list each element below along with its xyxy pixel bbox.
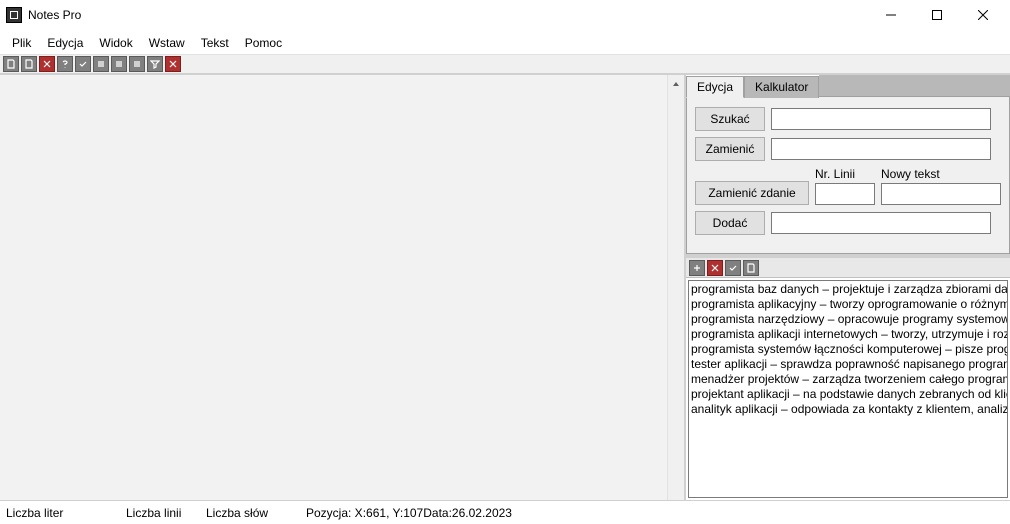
check-icon[interactable]: [725, 260, 741, 276]
filter-icon[interactable]: [147, 56, 163, 72]
app-title: Notes Pro: [28, 8, 81, 22]
status-words: Liczba słów: [200, 501, 300, 524]
side-panel: Edycja Kalkulator Szukać Zamienić Zamien…: [685, 75, 1010, 500]
replace-button[interactable]: Zamienić: [695, 137, 765, 161]
align-left-icon[interactable]: [93, 56, 109, 72]
menu-edit[interactable]: Edycja: [39, 34, 91, 52]
menu-bar: Plik Edycja Widok Wstaw Tekst Pomoc: [0, 30, 1010, 54]
align-center-icon[interactable]: [111, 56, 127, 72]
list-item[interactable]: programista baz danych – projektuje i za…: [691, 282, 1005, 297]
list-toolbar: [686, 258, 1010, 278]
list-item[interactable]: programista aplikacyjny – tworzy oprogra…: [691, 297, 1005, 312]
close-icon[interactable]: [707, 260, 723, 276]
new-text-input[interactable]: [881, 183, 1001, 205]
search-input[interactable]: [771, 108, 991, 130]
tab-edit[interactable]: Edycja: [686, 76, 744, 98]
add-input[interactable]: [771, 212, 991, 234]
app-icon: [6, 7, 22, 23]
tab-body: Szukać Zamienić Zamienić zdanie Nr. Lini…: [686, 97, 1010, 254]
scroll-up-icon[interactable]: [668, 75, 684, 92]
close-icon[interactable]: [39, 56, 55, 72]
doc-icon[interactable]: [21, 56, 37, 72]
menu-insert[interactable]: Wstaw: [141, 34, 193, 52]
plus-icon[interactable]: [689, 260, 705, 276]
menu-file[interactable]: Plik: [4, 34, 39, 52]
status-lines: Liczba linii: [120, 501, 200, 524]
list-box[interactable]: programista baz danych – projektuje i za…: [688, 280, 1008, 498]
close-icon[interactable]: [165, 56, 181, 72]
title-bar: Notes Pro: [0, 0, 1010, 30]
help-icon[interactable]: [57, 56, 73, 72]
line-no-input[interactable]: [815, 183, 875, 205]
menu-text[interactable]: Tekst: [193, 34, 237, 52]
list-item[interactable]: tester aplikacji – sprawdza poprawność n…: [691, 357, 1005, 372]
save-icon[interactable]: [743, 260, 759, 276]
main-area: Edycja Kalkulator Szukać Zamienić Zamien…: [0, 74, 1010, 500]
tab-calc[interactable]: Kalkulator: [744, 76, 819, 98]
list-item[interactable]: programista systemów łączności komputero…: [691, 342, 1005, 357]
list-item[interactable]: projektant aplikacji – na podstawie dany…: [691, 387, 1005, 402]
list-item[interactable]: programista narzędziowy – opracowuje pro…: [691, 312, 1005, 327]
close-button[interactable]: [960, 0, 1006, 30]
doc-icon[interactable]: [3, 56, 19, 72]
list-item[interactable]: menadżer projektów – zarządza tworzeniem…: [691, 372, 1005, 387]
list-panel: programista baz danych – projektuje i za…: [686, 254, 1010, 500]
status-letters: Liczba liter: [0, 501, 120, 524]
line-no-label: Nr. Linii: [815, 167, 875, 181]
status-position: Pozycja: X: 661, Y: 107 Data: 26.02.2023: [300, 501, 518, 524]
add-button[interactable]: Dodać: [695, 211, 765, 235]
editor-textarea[interactable]: [0, 75, 667, 500]
check-icon[interactable]: [75, 56, 91, 72]
minimize-button[interactable]: [868, 0, 914, 30]
list-item[interactable]: analityk aplikacji – odpowiada za kontak…: [691, 402, 1005, 417]
list-item[interactable]: programista aplikacji internetowych – tw…: [691, 327, 1005, 342]
status-bar: Liczba liter Liczba linii Liczba słów Po…: [0, 500, 1010, 524]
side-tabs: Edycja Kalkulator: [686, 75, 1010, 97]
maximize-button[interactable]: [914, 0, 960, 30]
editor-vscrollbar[interactable]: [667, 75, 684, 500]
replace-line-button[interactable]: Zamienić zdanie: [695, 181, 809, 205]
editor-wrap: [0, 75, 685, 500]
menu-view[interactable]: Widok: [91, 34, 140, 52]
search-button[interactable]: Szukać: [695, 107, 765, 131]
align-right-icon[interactable]: [129, 56, 145, 72]
main-toolbar: [0, 54, 1010, 74]
menu-help[interactable]: Pomoc: [237, 34, 290, 52]
replace-input[interactable]: [771, 138, 991, 160]
new-text-label: Nowy tekst: [881, 167, 1001, 181]
